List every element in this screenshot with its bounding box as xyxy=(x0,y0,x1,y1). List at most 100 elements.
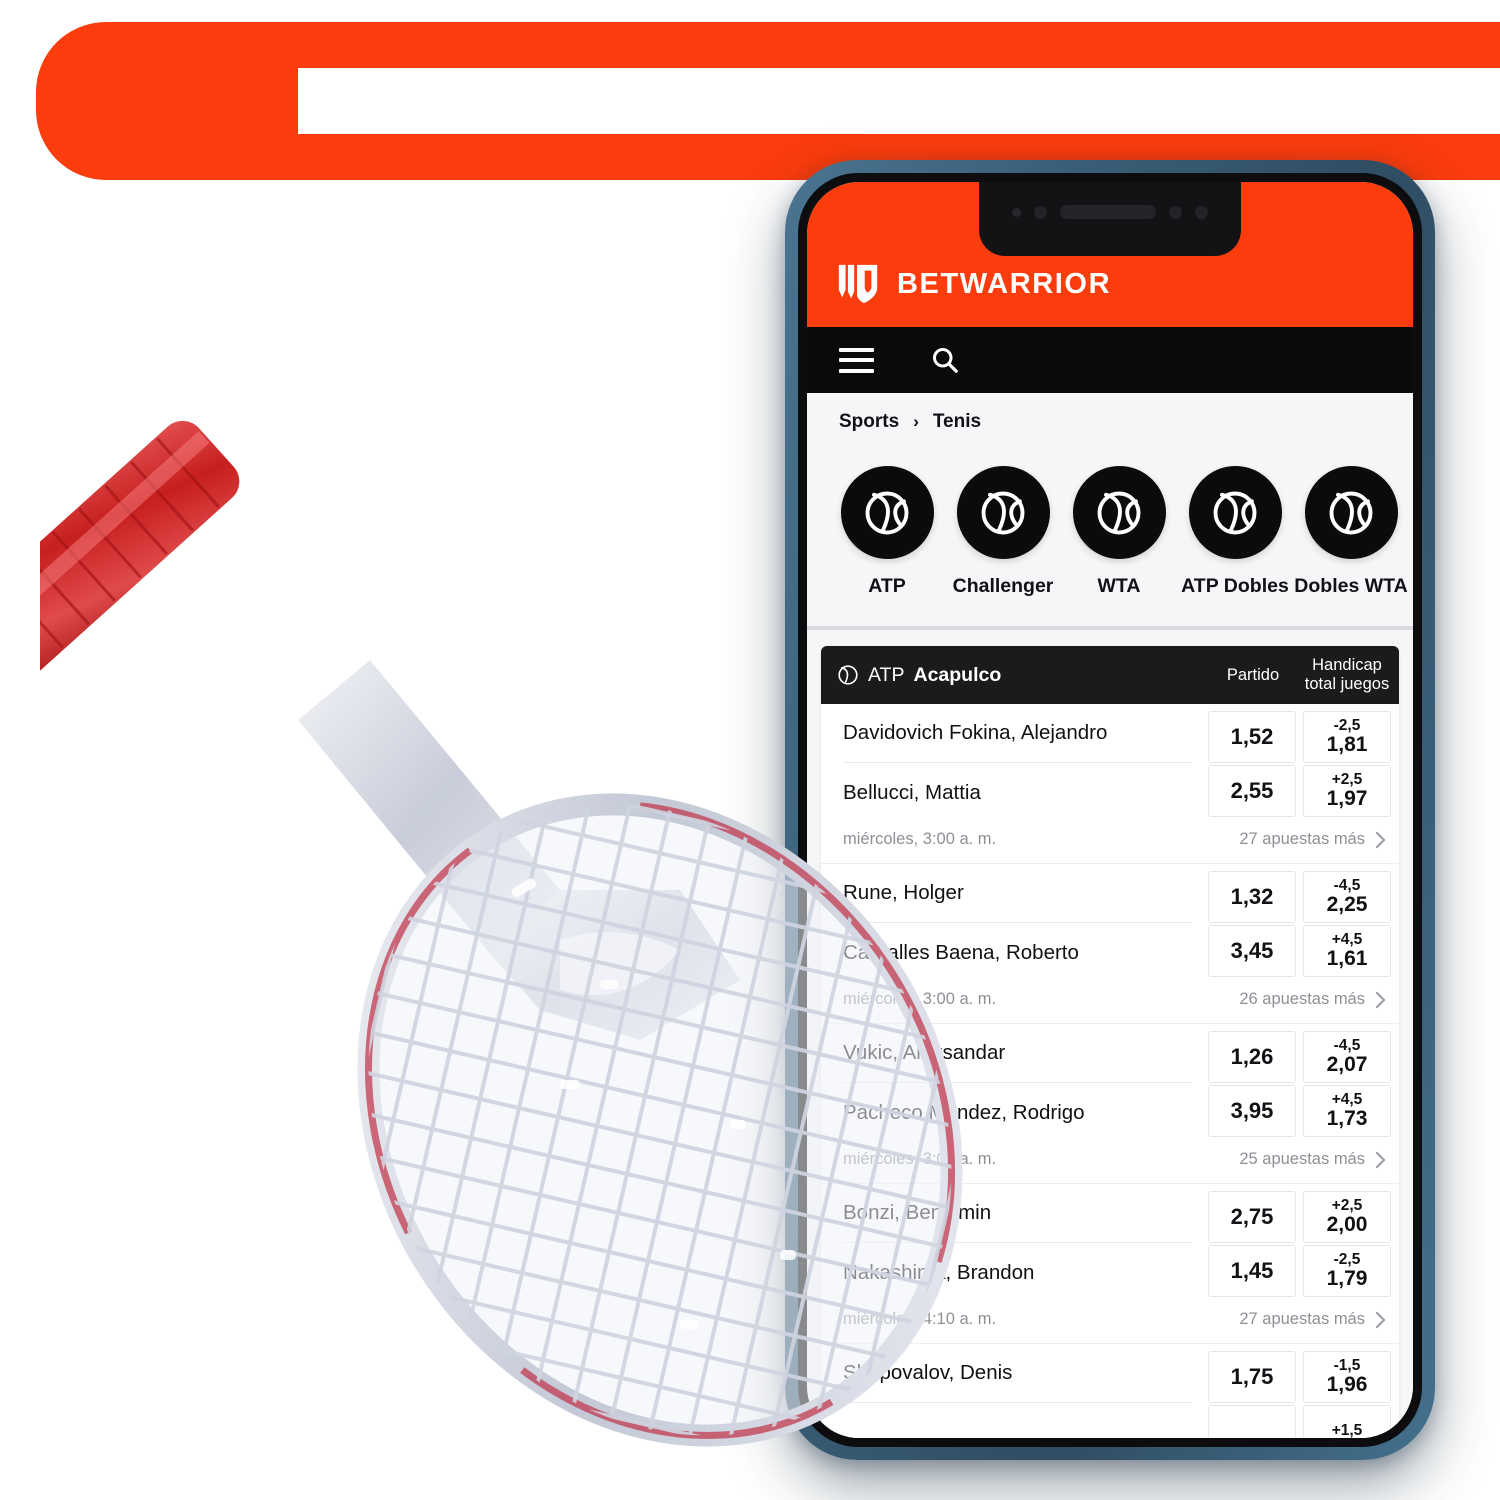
odds-value: 1,73 xyxy=(1326,1107,1368,1131)
odds-column-handicap: -2,5 1,81 +2,5 1,97 xyxy=(1303,711,1391,817)
league-name: Acapulco xyxy=(913,663,1002,686)
category-item-atp[interactable]: ATP xyxy=(829,466,945,598)
odds-button-handicap-2[interactable]: +4,5 1,61 xyxy=(1303,925,1391,977)
odds-button-match-2[interactable]: 3,45 xyxy=(1208,925,1296,977)
category-item-c[interactable]: C xyxy=(1409,466,1413,598)
odds-value: 1,32 xyxy=(1230,884,1274,910)
tennis-ball-icon xyxy=(865,491,909,534)
league-card: ATP Acapulco Partido Handicap total jueg… xyxy=(821,646,1399,1438)
odds-value: 1,96 xyxy=(1326,1373,1368,1397)
search-icon[interactable] xyxy=(930,345,960,375)
match-start-time: miércoles, 3:00 a. m. xyxy=(843,990,997,1008)
player-name-1: Shapovalov, Denis xyxy=(843,1344,1192,1403)
odds-column-handicap: -4,5 2,07 +4,5 1,73 xyxy=(1303,1031,1391,1137)
odds-button-handicap-1[interactable]: -4,5 2,07 xyxy=(1303,1031,1391,1083)
category-item-atp-dobles[interactable]: ATP Dobles xyxy=(1177,466,1293,598)
table-row[interactable]: Vukic, Aleksandar Pacheco Mendez, Rodrig… xyxy=(821,1024,1399,1184)
match-footer: miércoles, 3:00 a. m. 27 apuestas más xyxy=(821,824,1399,863)
more-bets-label: 27 apuestas más xyxy=(1239,1310,1365,1328)
player-name-1: Bonzi, Benjamin xyxy=(843,1184,1192,1243)
category-item-wta[interactable]: WTA xyxy=(1061,466,1177,598)
odds-button-match-1[interactable]: 1,26 xyxy=(1208,1031,1296,1083)
match-player-names: Davidovich Fokina, Alejandro Bellucci, M… xyxy=(821,704,1208,824)
odds-button-handicap-1[interactable]: -4,5 2,25 xyxy=(1303,871,1391,923)
handicap-line: +1,5 xyxy=(1331,1421,1363,1438)
category-strip-divider xyxy=(807,626,1413,630)
app-nav-bar xyxy=(807,327,1413,393)
category-label: ATP Dobles xyxy=(1181,575,1289,597)
odds-column-handicap: -1,5 1,96 +1,5 xyxy=(1303,1351,1391,1438)
odds-column-match: 1,75 xyxy=(1208,1351,1296,1438)
odds-button-handicap-1[interactable]: -1,5 1,96 xyxy=(1303,1351,1391,1403)
handicap-line: -2,5 xyxy=(1333,1250,1361,1268)
breadcrumb-root-link[interactable]: Sports xyxy=(839,411,899,433)
odds-button-match-2[interactable]: 2,55 xyxy=(1208,765,1296,817)
odds-value: 1,75 xyxy=(1230,1364,1274,1390)
odds-column-handicap: -4,5 2,25 +4,5 1,61 xyxy=(1303,871,1391,977)
player-name-1: Rune, Holger xyxy=(843,864,1192,923)
odds-button-match-2[interactable]: 3,95 xyxy=(1208,1085,1296,1137)
category-ball-badge xyxy=(1072,466,1166,559)
category-ball-badge xyxy=(1188,466,1282,559)
match-player-names: Vukic, Aleksandar Pacheco Mendez, Rodrig… xyxy=(821,1024,1208,1144)
odds-button-match-1[interactable]: 1,75 xyxy=(1208,1351,1296,1403)
phone-screen: BETWARRIOR Sports › Tenis ATP Challenger… xyxy=(807,182,1413,1438)
odds-button-handicap-1[interactable]: +2,5 2,00 xyxy=(1303,1191,1391,1243)
chevron-right-icon xyxy=(1375,831,1386,848)
table-row[interactable]: Bonzi, Benjamin Nakashima, Brandon 2,75 … xyxy=(821,1184,1399,1344)
odds-button-handicap-2[interactable]: +1,5 xyxy=(1303,1405,1391,1438)
category-item-dobles-wta[interactable]: Dobles WTA xyxy=(1293,466,1409,598)
more-bets-link[interactable]: 25 apuestas más xyxy=(1239,1150,1387,1169)
more-bets-link[interactable]: 27 apuestas más xyxy=(1239,1310,1387,1329)
page-root: BETWARRIOR Sports › Tenis ATP Challenger… xyxy=(0,0,1500,1500)
odds-button-match-1[interactable]: 1,32 xyxy=(1208,871,1296,923)
odds-column-match: 2,75 1,45 xyxy=(1208,1191,1296,1297)
camera-dot-icon xyxy=(1195,205,1208,219)
table-row[interactable]: Shapovalov, Denis 1,75 -1,5 1,96 +1,5 xyxy=(821,1344,1399,1438)
hamburger-menu-icon[interactable] xyxy=(839,347,874,373)
odds-group: 1,32 3,45 -4,5 2,25 +4,5 1,61 xyxy=(1208,864,1395,984)
more-bets-label: 27 apuestas más xyxy=(1239,830,1365,848)
match-player-names: Shapovalov, Denis xyxy=(821,1344,1208,1438)
odds-column-match: 1,52 2,55 xyxy=(1208,711,1296,817)
odds-column-handicap: +2,5 2,00 -2,5 1,79 xyxy=(1303,1191,1391,1297)
category-ball-badge xyxy=(1304,466,1398,559)
table-row[interactable]: Davidovich Fokina, Alejandro Bellucci, M… xyxy=(821,704,1399,864)
odds-button-match-1[interactable]: 2,75 xyxy=(1208,1191,1296,1243)
match-start-time: miércoles, 3:00 a. m. xyxy=(843,830,997,848)
match-player-names: Rune, Holger Carballes Baena, Roberto xyxy=(821,864,1208,984)
more-bets-label: 25 apuestas más xyxy=(1239,1150,1365,1168)
odds-value: 1,79 xyxy=(1326,1267,1368,1291)
sensor-dot-icon xyxy=(1169,205,1182,219)
tennis-ball-icon xyxy=(838,665,858,685)
earpiece-speaker-icon xyxy=(1060,205,1156,219)
chevron-right-icon xyxy=(1375,991,1386,1008)
column-header-handicap: Handicap total juegos xyxy=(1299,656,1395,694)
odds-value: 1,52 xyxy=(1230,724,1274,750)
category-item-challenger[interactable]: Challenger xyxy=(945,466,1061,598)
odds-button-match-1[interactable]: 1,52 xyxy=(1208,711,1296,763)
more-bets-link[interactable]: 27 apuestas más xyxy=(1239,830,1387,849)
odds-button-handicap-2[interactable]: -2,5 1,79 xyxy=(1303,1245,1391,1297)
handicap-line: -4,5 xyxy=(1333,1036,1361,1054)
odds-value: 2,55 xyxy=(1230,778,1274,804)
betwarrior-w-shield-icon xyxy=(838,264,878,304)
odds-button-match-2[interactable] xyxy=(1208,1405,1296,1438)
odds-button-handicap-2[interactable]: +4,5 1,73 xyxy=(1303,1085,1391,1137)
brand-logo[interactable]: BETWARRIOR xyxy=(835,261,1111,307)
player-name-1: Davidovich Fokina, Alejandro xyxy=(843,704,1192,763)
odds-column-match: 1,32 3,45 xyxy=(1208,871,1296,977)
decorative-orange-bracket xyxy=(36,22,1500,180)
match-footer: miércoles, 4:10 a. m. 27 apuestas más xyxy=(821,1304,1399,1343)
sport-category-strip[interactable]: ATP Challenger WTA ATP Dobles Dobles WTA… xyxy=(807,450,1413,630)
handicap-line: +2,5 xyxy=(1331,770,1363,788)
tennis-ball-icon xyxy=(981,491,1025,534)
more-bets-link[interactable]: 26 apuestas más xyxy=(1239,990,1387,1009)
category-ball-badge xyxy=(840,466,934,559)
chevron-right-icon xyxy=(1375,1151,1386,1168)
odds-button-handicap-1[interactable]: -2,5 1,81 xyxy=(1303,711,1391,763)
odds-button-match-2[interactable]: 1,45 xyxy=(1208,1245,1296,1297)
table-row[interactable]: Rune, Holger Carballes Baena, Roberto 1,… xyxy=(821,864,1399,1024)
odds-button-handicap-2[interactable]: +2,5 1,97 xyxy=(1303,765,1391,817)
category-label: WTA xyxy=(1097,575,1141,597)
